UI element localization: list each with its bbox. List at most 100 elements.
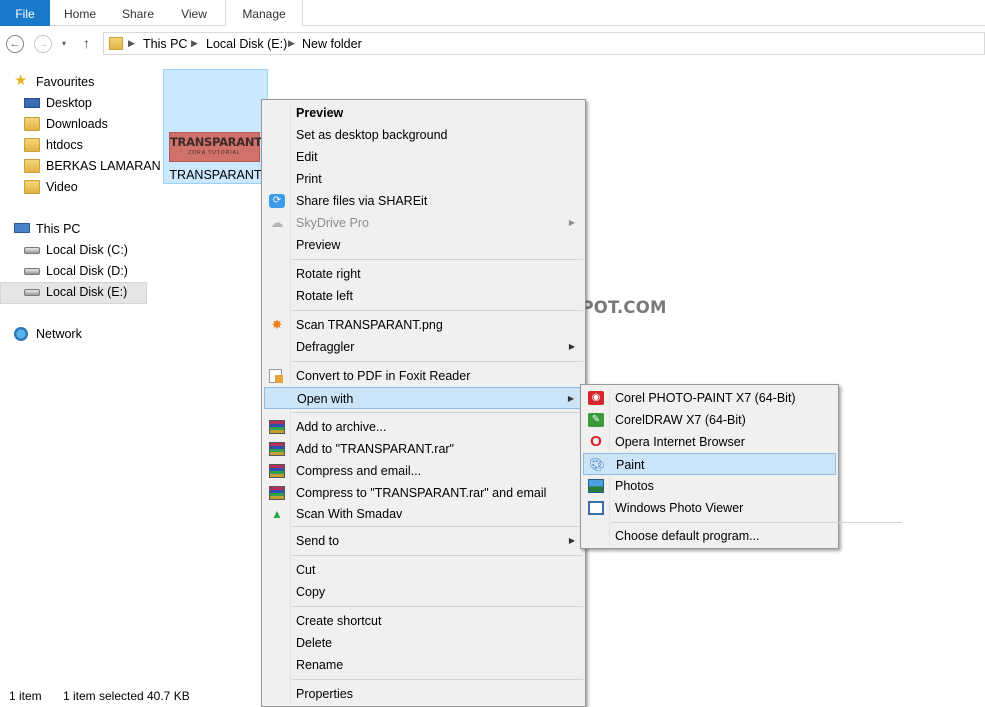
context-menu: Preview Set as desktop background Edit P…: [261, 99, 586, 707]
menu-separator: [611, 522, 902, 523]
tab-home[interactable]: Home: [50, 0, 110, 26]
thumbnail-subtitle: ZORA TUTORIAL: [188, 150, 241, 156]
menu-item-create-shortcut[interactable]: Create shortcut: [264, 610, 583, 632]
menu-item-label: Open with: [297, 392, 354, 406]
menu-item-shareit[interactable]: ⟳ Share files via SHAREit: [264, 190, 583, 212]
menu-item-label: Compress and email...: [296, 464, 422, 478]
smadav-icon: ▲: [271, 507, 283, 521]
menu-separator: [292, 412, 583, 413]
menu-item-label: Properties: [296, 687, 353, 701]
recent-locations-chevron-icon[interactable]: ▾: [62, 39, 66, 48]
menu-item-choose-default-program[interactable]: Choose default program...: [583, 525, 836, 547]
drive-icon: [24, 268, 40, 275]
menu-item-label: CorelDRAW X7 (64-Bit): [615, 413, 746, 427]
nav-label: Favourites: [36, 75, 95, 89]
menu-item-edit[interactable]: Edit: [264, 146, 583, 168]
winrar-icon: [269, 464, 285, 478]
menu-item-rotate-right[interactable]: Rotate right: [264, 263, 583, 285]
tab-file[interactable]: File: [0, 0, 50, 26]
menu-item-label: Rotate right: [296, 267, 361, 281]
breadcrumb-separator-icon[interactable]: ▶: [191, 38, 198, 49]
menu-item-add-to-rar[interactable]: Add to "TRANSPARANT.rar": [264, 438, 583, 460]
menu-item-defraggler[interactable]: Defraggler ▶: [264, 336, 583, 358]
nav-label: Downloads: [46, 117, 108, 131]
folder-icon: [24, 159, 40, 173]
breadcrumb-separator-icon[interactable]: ▶: [288, 38, 295, 49]
status-size: 40.7 KB: [147, 689, 190, 703]
menu-item-label: Preview: [296, 106, 344, 120]
menu-item-label: Create shortcut: [296, 614, 382, 628]
submenu-arrow-icon: ▶: [568, 342, 575, 351]
address-bar[interactable]: ▶ This PC ▶ Local Disk (E:) ▶ New folder: [103, 32, 985, 55]
tab-share[interactable]: Share: [110, 0, 166, 26]
menu-item-add-to-archive[interactable]: Add to archive...: [264, 416, 583, 438]
shareit-icon: ⟳: [269, 194, 285, 208]
menu-item-send-to[interactable]: Send to ▶: [264, 530, 583, 552]
menu-item-opera[interactable]: O Opera Internet Browser: [583, 431, 836, 453]
menu-item-label: Opera Internet Browser: [615, 435, 745, 449]
menu-item-label: Edit: [296, 150, 318, 164]
menu-separator: [292, 679, 583, 680]
photos-icon: [588, 479, 604, 493]
downloads-folder-icon: [24, 117, 40, 131]
computer-icon: [14, 223, 30, 233]
menu-item-delete[interactable]: Delete: [264, 632, 583, 654]
up-button[interactable]: ↑: [83, 35, 90, 51]
menu-item-rename[interactable]: Rename: [264, 654, 583, 676]
tab-view[interactable]: View: [166, 0, 222, 26]
submenu-arrow-icon: ▶: [567, 394, 574, 403]
menu-item-label: Paint: [616, 458, 645, 472]
navigation-pane: ★ Favourites Desktop Downloads htdocs BE…: [0, 68, 161, 683]
corel-photo-paint-icon: ◉: [588, 391, 604, 405]
navigation-bar: ← → ▾ ↑ ▶ This PC ▶ Local Disk (E:) ▶ Ne…: [0, 27, 985, 61]
menu-item-set-desktop-background[interactable]: Set as desktop background: [264, 124, 583, 146]
menu-item-properties[interactable]: Properties: [264, 683, 583, 705]
menu-item-label: Add to archive...: [296, 420, 387, 434]
coreldraw-icon: ✎: [588, 413, 604, 427]
menu-item-scan-avast[interactable]: ✸ Scan TRANSPARANT.png: [264, 314, 583, 336]
menu-item-windows-photo-viewer[interactable]: Windows Photo Viewer: [583, 497, 836, 519]
menu-item-corel-photo-paint[interactable]: ◉ Corel PHOTO-PAINT X7 (64-Bit): [583, 387, 836, 409]
menu-item-photos[interactable]: Photos: [583, 475, 836, 497]
menu-item-open-with[interactable]: Open with ▶: [264, 387, 583, 409]
menu-item-compress-rar-email[interactable]: Compress to "TRANSPARANT.rar" and email: [264, 482, 583, 504]
status-bar: 1 item 1 item selected 40.7 KB: [0, 686, 260, 706]
menu-item-paint[interactable]: 🎨︎ Paint: [583, 453, 836, 475]
menu-item-convert-pdf-foxit[interactable]: Convert to PDF in Foxit Reader: [264, 365, 583, 387]
menu-item-scan-smadav[interactable]: ▲ Scan With Smadav: [264, 503, 583, 525]
tab-manage[interactable]: Manage: [225, 0, 303, 26]
breadcrumb-local-disk-e[interactable]: Local Disk (E:): [206, 37, 287, 51]
menu-separator: [292, 361, 583, 362]
menu-item-label: Delete: [296, 636, 333, 650]
menu-item-compress-email[interactable]: Compress and email...: [264, 460, 583, 482]
status-item-count: 1 item: [9, 689, 42, 703]
menu-item-label: Share files via SHAREit: [296, 194, 428, 208]
menu-item-rotate-left[interactable]: Rotate left: [264, 285, 583, 307]
menu-item-label: Rotate left: [296, 289, 353, 303]
menu-item-label: Preview: [296, 238, 341, 252]
thumbnail-title: TRANSPARANT: [170, 135, 262, 149]
menu-item-coreldraw[interactable]: ✎ CorelDRAW X7 (64-Bit): [583, 409, 836, 431]
breadcrumb-separator-icon[interactable]: ▶: [128, 38, 135, 49]
forward-button[interactable]: →: [34, 35, 52, 53]
breadcrumb-this-pc[interactable]: This PC: [143, 37, 187, 51]
menu-separator: [292, 259, 583, 260]
avast-icon: ✸: [271, 317, 283, 332]
menu-item-label: Copy: [296, 585, 326, 599]
menu-item-skydrive-pro[interactable]: ☁ SkyDrive Pro ▶: [264, 212, 583, 234]
menu-separator: [292, 555, 583, 556]
breadcrumb-new-folder[interactable]: New folder: [302, 37, 362, 51]
menu-item-print[interactable]: Print: [264, 168, 583, 190]
menu-item-label: Scan TRANSPARANT.png: [296, 318, 443, 332]
network-icon: [14, 327, 28, 341]
back-button[interactable]: ←: [6, 35, 24, 53]
nav-label: This PC: [36, 222, 81, 236]
file-item[interactable]: TRANSPARANT ZORA TUTORIAL TRANSPARANT: [163, 69, 268, 184]
menu-item-label: Photos: [615, 479, 654, 493]
menu-item-preview[interactable]: Preview: [264, 234, 583, 256]
menu-item-cut[interactable]: Cut: [264, 559, 583, 581]
folder-icon: [109, 37, 123, 50]
menu-item-label: Add to "TRANSPARANT.rar": [296, 442, 454, 456]
menu-item-copy[interactable]: Copy: [264, 581, 583, 603]
menu-item-preview-default[interactable]: Preview: [264, 102, 583, 124]
